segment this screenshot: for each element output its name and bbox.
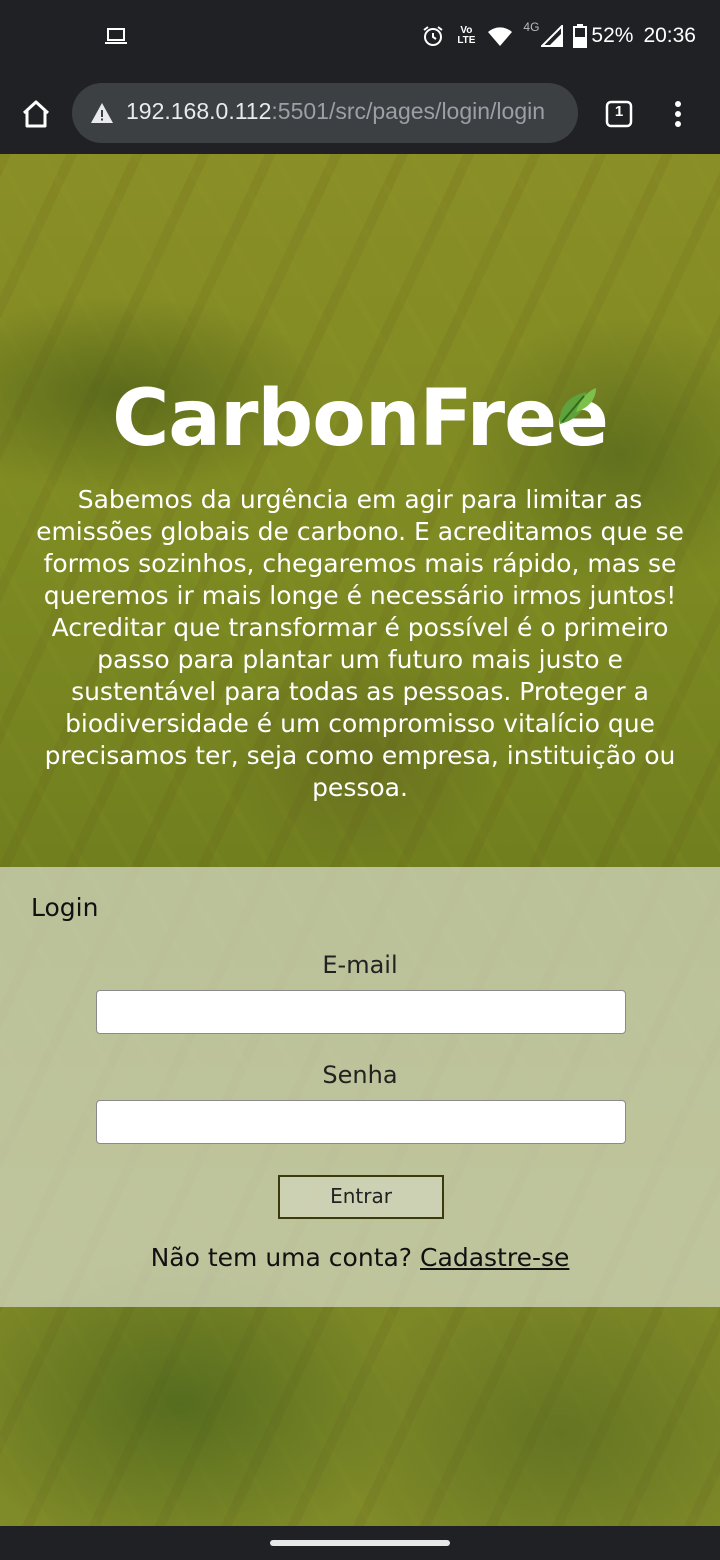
signal-icon	[541, 25, 564, 47]
url-text[interactable]: 192.168.0.112:5501/src/pages/login/login	[126, 98, 545, 125]
signup-row: Não tem uma conta? Cadastre-se	[0, 1243, 720, 1272]
signup-prompt: Não tem uma conta?	[150, 1243, 413, 1272]
warning-icon[interactable]	[90, 101, 114, 125]
submit-button[interactable]: Entrar	[278, 1175, 444, 1219]
wifi-icon	[488, 27, 513, 46]
status-icons: Vo LTE 4G 52% 20:36	[421, 20, 696, 50]
page-content: CarbonFree Sabemos da urgência em agir p…	[0, 154, 720, 1526]
logo: CarbonFree	[112, 374, 609, 464]
password-field[interactable]	[96, 1100, 626, 1144]
volte-icon: Vo LTE	[457, 25, 476, 46]
login-title: Login	[31, 893, 99, 922]
battery-percentage: 52%	[591, 24, 634, 47]
home-gesture-handle[interactable]	[270, 1540, 450, 1546]
more-options-icon[interactable]	[666, 100, 690, 128]
battery-icon	[573, 24, 588, 48]
email-label: E-mail	[322, 951, 398, 979]
navigation-bar	[0, 1526, 720, 1560]
address-bar[interactable]: 192.168.0.112:5501/src/pages/login/login	[72, 83, 578, 143]
login-panel: Login E-mail Senha Entrar Não tem uma co…	[0, 867, 720, 1307]
intro-text: Sabemos da urgência em agir para limitar…	[36, 485, 684, 802]
password-label: Senha	[322, 1061, 398, 1089]
leaf-icon	[559, 388, 596, 424]
tab-switcher-button[interactable]: 1	[605, 100, 633, 128]
home-icon[interactable]	[18, 96, 54, 132]
clock: 20:36	[643, 24, 696, 47]
alarm-icon	[423, 26, 443, 46]
tab-count: 1	[614, 103, 624, 120]
laptop-icon	[105, 28, 127, 44]
status-bar: Vo LTE 4G 52% 20:36	[0, 0, 720, 72]
email-field[interactable]	[96, 990, 626, 1034]
network-type: 4G	[523, 20, 540, 34]
url-path: :5501/src/pages/login/login	[271, 98, 546, 124]
browser-toolbar: 192.168.0.112:5501/src/pages/login/login…	[0, 72, 720, 154]
url-host: 192.168.0.112	[126, 98, 272, 124]
signup-link[interactable]: Cadastre-se	[420, 1243, 569, 1272]
